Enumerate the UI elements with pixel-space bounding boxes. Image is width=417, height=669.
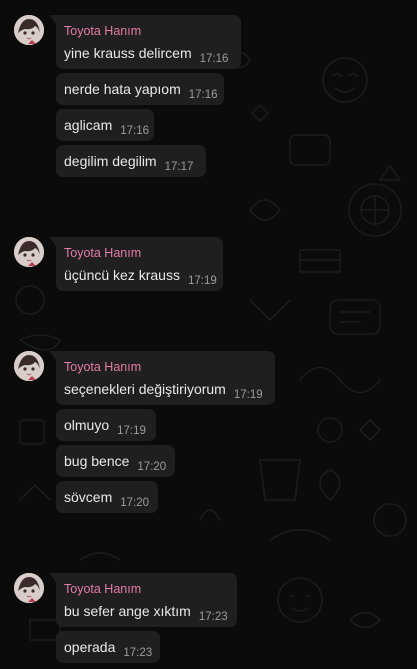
- message-text: yine krauss delircem: [64, 45, 192, 61]
- message-bubble[interactable]: degilim degilim 17:17: [56, 145, 206, 177]
- message-text: seçenekleri değiştiriyorum: [64, 381, 226, 397]
- message-bubble[interactable]: Toyota Hanım yine krauss delircem 17:16: [49, 15, 241, 69]
- avatar-image: [14, 15, 44, 45]
- message-bubble[interactable]: operada 17:23: [56, 631, 160, 663]
- message-timestamp: 17:19: [117, 425, 146, 437]
- sender-name[interactable]: Toyota Hanım: [64, 582, 141, 596]
- message-content: sövcem 17:20: [64, 481, 150, 513]
- message-content: üçüncü kez krauss 17:19: [64, 259, 217, 291]
- message-timestamp: 17:20: [137, 461, 167, 473]
- avatar-image: [14, 573, 44, 603]
- message-text: nerde hata yapıom: [64, 81, 181, 97]
- message-text: degilim degilim: [64, 153, 157, 169]
- message-bubble[interactable]: olmuyo 17:19: [56, 409, 156, 441]
- sender-avatar[interactable]: [14, 237, 44, 267]
- message-content: nerde hata yapıom 17:16: [64, 73, 218, 105]
- sender-avatar[interactable]: [14, 15, 44, 45]
- message-content: operada 17:23: [64, 631, 152, 663]
- message-content: degilim degilim 17:17: [64, 145, 198, 177]
- message-bubble[interactable]: sövcem 17:20: [56, 481, 158, 513]
- message-text: sövcem: [64, 489, 113, 505]
- message-timestamp: 17:16: [120, 125, 150, 137]
- message-text: operada: [64, 639, 116, 655]
- avatar-image: [14, 351, 44, 381]
- message-text: bug bence: [64, 453, 130, 469]
- message-bubble[interactable]: bug bence 17:20: [56, 445, 175, 477]
- message-bubble[interactable]: Toyota Hanım seçenekleri değiştiriyorum …: [49, 351, 275, 405]
- message-timestamp: 17:20: [120, 497, 150, 509]
- message-timestamp: 17:23: [123, 647, 153, 659]
- bubble-tail: [49, 573, 56, 582]
- message-bubble[interactable]: aglicam 17:16: [56, 109, 154, 141]
- message-timestamp: 17:16: [188, 89, 218, 101]
- message-content: bug bence 17:20: [64, 445, 167, 477]
- sender-name[interactable]: Toyota Hanım: [64, 360, 141, 374]
- sender-name[interactable]: Toyota Hanım: [64, 24, 141, 38]
- message-timestamp: 17:19: [233, 389, 263, 401]
- sender-avatar[interactable]: [14, 351, 44, 381]
- bubble-tail: [49, 237, 56, 246]
- message-timestamp: 17:16: [199, 53, 229, 65]
- message-timestamp: 17:17: [164, 161, 194, 173]
- message-text: olmuyo: [64, 417, 110, 433]
- message-text: üçüncü kez krauss: [64, 267, 180, 283]
- message-content: aglicam 17:16: [64, 109, 149, 141]
- message-bubble[interactable]: nerde hata yapıom 17:16: [56, 73, 224, 105]
- message-text: aglicam: [64, 117, 113, 133]
- bubble-tail: [49, 15, 56, 24]
- message-text: bu sefer ange xıktım: [64, 603, 191, 619]
- bubble-tail: [49, 351, 56, 360]
- message-content: olmuyo 17:19: [64, 409, 148, 441]
- message-bubble[interactable]: Toyota Hanım üçüncü kez krauss 17:19: [49, 237, 223, 291]
- chat-message-list: Toyota Hanım yine krauss delircem 17:16 …: [0, 0, 417, 667]
- avatar-image: [14, 237, 44, 267]
- message-content: bu sefer ange xıktım 17:23: [64, 595, 228, 627]
- message-timestamp: 17:23: [198, 611, 228, 623]
- sender-name[interactable]: Toyota Hanım: [64, 246, 141, 260]
- message-timestamp: 17:19: [187, 275, 217, 287]
- message-content: yine krauss delircem 17:16: [64, 37, 228, 69]
- message-bubble[interactable]: Toyota Hanım bu sefer ange xıktım 17:23: [49, 573, 237, 627]
- sender-avatar[interactable]: [14, 573, 44, 603]
- message-content: seçenekleri değiştiriyorum 17:19: [64, 373, 263, 405]
